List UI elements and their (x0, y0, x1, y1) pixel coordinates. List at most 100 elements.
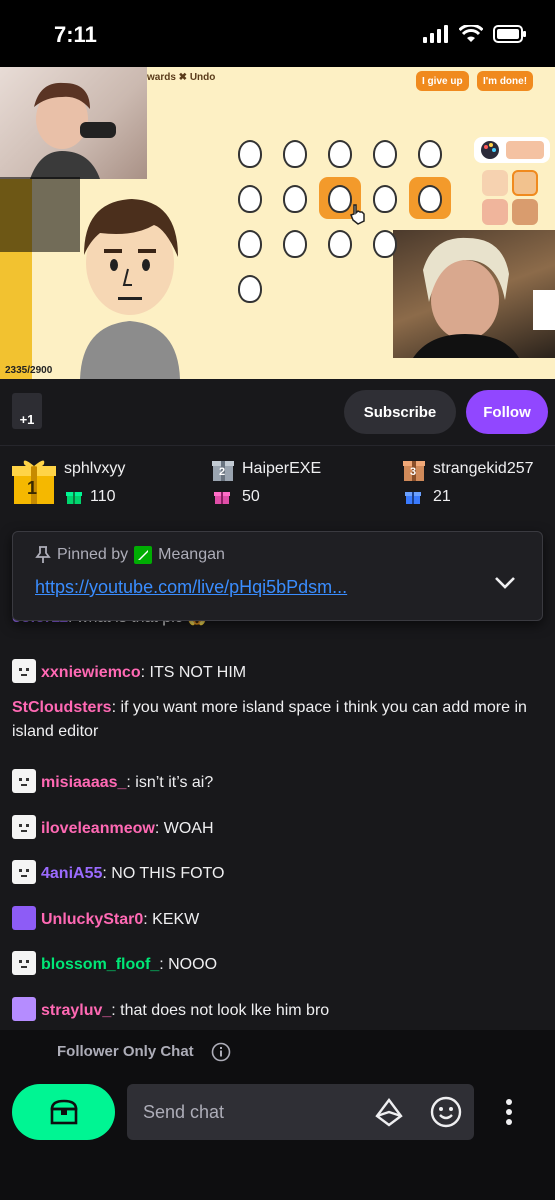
chat-username[interactable]: UnluckyStar0 (41, 911, 143, 928)
info-icon[interactable] (211, 1042, 231, 1062)
pinned-link[interactable]: https://youtube.com/live/pHqi5bPdsm... (35, 577, 347, 598)
follower-only-notice: Follower Only Chat (0, 1030, 555, 1074)
user-badge-icon (12, 951, 36, 975)
battery-icon (493, 25, 526, 43)
face-option[interactable] (283, 140, 307, 168)
moderator-badge-icon (134, 546, 153, 564)
face-option[interactable] (373, 230, 397, 258)
chat-composer (0, 1074, 555, 1200)
gift-icon (66, 492, 82, 504)
more-options-icon[interactable] (505, 1098, 513, 1126)
chat-message: UnluckyStar0: KEKW (12, 906, 542, 932)
follower-only-label: Follower Only Chat (57, 1043, 194, 1060)
chat-username[interactable]: misiaaaas_ (41, 774, 126, 791)
pinned-by-user[interactable]: Meangan (158, 546, 225, 564)
chat-text: NO THIS FOTO (111, 865, 225, 882)
chat-text: ITS NOT HIM (149, 664, 247, 681)
chat-input[interactable] (127, 1084, 474, 1140)
done-button[interactable]: I'm done! (477, 71, 534, 91)
skin-swatch[interactable] (512, 170, 538, 196)
game-toolbar-text: wards ✖ Undo (147, 72, 216, 83)
leaderboard-count: 110 (90, 488, 116, 505)
chat-text: KEKW (152, 911, 200, 928)
subscribe-button[interactable]: Subscribe (344, 390, 456, 434)
face-option[interactable] (238, 230, 262, 258)
face-option[interactable] (283, 230, 307, 258)
chat-username[interactable]: strayluv_ (41, 1002, 111, 1019)
streamer-webcam (0, 67, 147, 179)
leaderboard-count: 50 (242, 488, 260, 505)
drops-button[interactable] (12, 1084, 115, 1140)
chat-text: NOOO (168, 956, 218, 973)
chat-username[interactable]: iloveleanmeow (41, 820, 155, 837)
subscriber-badge-icon (12, 906, 36, 930)
guest-webcam (393, 230, 555, 358)
hand-cursor-icon (350, 204, 365, 225)
face-option[interactable] (373, 140, 397, 168)
skin-swatch[interactable] (482, 199, 508, 225)
pin-icon (35, 546, 51, 563)
progress-counter: 2335/2900 (5, 365, 53, 376)
face-option[interactable] (238, 275, 262, 303)
rank-label: 2 (219, 466, 226, 478)
gift-icon (405, 492, 421, 504)
chat-message: blossom_floof_: NOOO (12, 951, 542, 977)
chat-username[interactable]: StCloudsters (12, 699, 112, 716)
chat-list[interactable]: color11: what is that pic 😱 xxniewiemco:… (0, 520, 555, 1030)
stream-chat-overlay (0, 177, 80, 252)
video-player[interactable]: wards ✖ Undo I give up I'm done! 2335/29… (0, 67, 555, 379)
leaderboard-count: 21 (433, 488, 451, 505)
chat-text: that does not look lke him bro (120, 1002, 330, 1019)
year-badge-icon (12, 997, 36, 1021)
boost-icon[interactable]: +1 (12, 393, 42, 429)
chest-icon (50, 1099, 77, 1125)
face-option[interactable] (238, 140, 262, 168)
pinned-message[interactable]: Pinned by Meangan https://youtube.com/li… (12, 531, 543, 621)
gift-leaderboard[interactable]: 1 sphlvxyy 110 2 HaiperEXE 50 3 strangek… (0, 445, 555, 520)
user-badge-icon (12, 860, 36, 884)
palette-icon (481, 141, 499, 159)
chat-text: WOAH (163, 820, 214, 837)
leaderboard-entry-2[interactable]: 2 HaiperEXE 50 (212, 456, 392, 512)
chat-username[interactable]: blossom_floof_ (41, 956, 159, 973)
emote-icon[interactable] (430, 1096, 462, 1128)
chat-message: StCloudsters: if you want more island sp… (12, 699, 527, 740)
color-palette-tool[interactable] (474, 137, 550, 163)
bits-icon[interactable] (375, 1098, 403, 1128)
channel-action-row: +1 Subscribe Follow (0, 379, 555, 445)
face-option[interactable] (373, 185, 397, 213)
leaderboard-entry-1[interactable]: 1 sphlvxyy 110 (12, 456, 192, 512)
rank-label: 3 (410, 466, 417, 478)
face-option[interactable] (328, 140, 352, 168)
face-option[interactable] (328, 230, 352, 258)
leaderboard-entry-3[interactable]: 3 strangekid257 21 (403, 456, 553, 512)
face-option[interactable] (418, 185, 442, 213)
pinned-by: Pinned by Meangan (35, 546, 225, 564)
give-up-button[interactable]: I give up (416, 71, 469, 91)
gift-icon (214, 492, 230, 504)
chat-message: 4aniA55: NO THIS FOTO (12, 860, 542, 886)
chat-message: strayluv_: that does not look lke him br… (12, 997, 542, 1023)
chat-text: isn’t it’s ai? (135, 774, 214, 791)
chat-username[interactable]: 4aniA55 (41, 865, 102, 882)
leaderboard-name: HaiperEXE (242, 460, 322, 477)
skin-swatch[interactable] (482, 170, 508, 196)
chevron-down-icon[interactable] (494, 576, 516, 590)
mii-character (80, 199, 180, 379)
face-option[interactable] (238, 185, 262, 213)
cellular-signal-icon (423, 25, 448, 43)
skin-swatch[interactable] (512, 199, 538, 225)
chat-message: misiaaaas_: isn’t it’s ai? (12, 769, 542, 795)
chat-message: iloveleanmeow: WOAH (12, 815, 542, 841)
user-badge-icon (12, 815, 36, 839)
boost-label: +1 (19, 412, 35, 427)
chat-message: xxniewiemco: ITS NOT HIM (12, 659, 542, 685)
chat-username[interactable]: xxniewiemco (41, 664, 141, 681)
face-option[interactable] (418, 140, 442, 168)
status-icons (423, 25, 527, 43)
pinned-by-prefix: Pinned by (57, 546, 129, 563)
follow-button[interactable]: Follow (466, 390, 548, 434)
user-badge-icon (12, 769, 36, 793)
face-option[interactable] (283, 185, 307, 213)
status-time: 7:11 (54, 22, 97, 47)
